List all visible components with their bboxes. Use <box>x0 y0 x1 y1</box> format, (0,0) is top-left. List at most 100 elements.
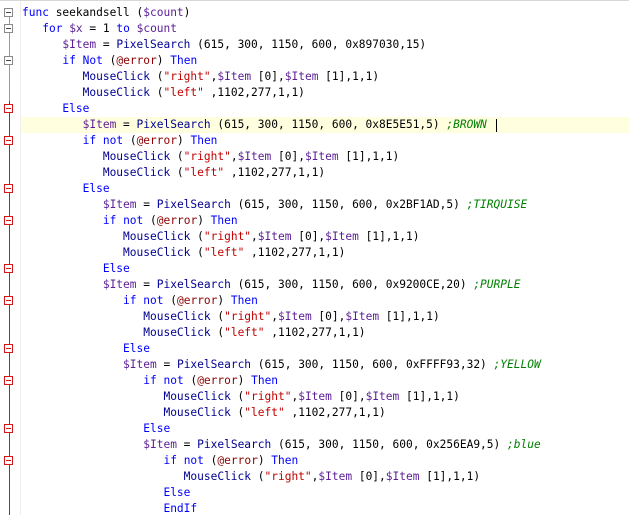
code-line[interactable]: if not (@error) Then <box>22 133 629 149</box>
code-token-str: "left" <box>163 86 204 99</box>
code-token-str: "right" <box>224 310 272 323</box>
code-token-var: $Item <box>278 310 312 323</box>
fold-toggle-icon[interactable] <box>4 296 13 305</box>
code-line[interactable]: MouseClick ("left" ,1102,277,1,1) <box>22 85 629 101</box>
code-line[interactable]: $Item = PixelSearch (615, 300, 1150, 600… <box>22 357 629 373</box>
code-token-cmt: ;blue <box>507 438 541 451</box>
code-token-str: "right" <box>183 150 231 163</box>
code-line[interactable]: MouseClick ("right",$Item [0],$Item [1],… <box>22 69 629 85</box>
code-line[interactable]: MouseClick ("left" ,1102,277,1,1) <box>22 405 629 421</box>
code-token-kw: if <box>62 54 76 67</box>
code-token-cmt: ;TIRQUISE <box>466 198 528 211</box>
code-line[interactable]: if not (@error) Then <box>22 453 629 469</box>
code-token-op: ,1102,277,1,1) <box>203 86 305 99</box>
code-line[interactable]: $Item = PixelSearch (615, 300, 1150, 600… <box>22 197 629 213</box>
code-line[interactable]: Else <box>22 485 629 501</box>
code-line[interactable]: MouseClick ("left" ,1102,277,1,1) <box>22 165 629 181</box>
code-token-fn: PixelSearch <box>176 358 252 371</box>
code-line[interactable]: EndIf <box>22 501 629 515</box>
code-token-kw: func <box>22 6 49 19</box>
code-line[interactable]: Else <box>22 341 629 357</box>
code-token-op: [0], <box>331 390 366 403</box>
code-area[interactable]: func seekandsell ($count) for $x = 1 to … <box>21 5 629 515</box>
fold-margin[interactable] <box>0 1 21 515</box>
code-token-var: $Item <box>365 390 400 403</box>
code-token-op: ,1102,277,1,1) <box>224 166 326 179</box>
code-token-op: = <box>136 278 157 291</box>
fold-toggle-icon[interactable] <box>4 136 13 145</box>
fold-toggle-icon[interactable] <box>4 264 13 273</box>
fold-toggle-icon[interactable] <box>4 376 13 385</box>
fold-toggle-icon[interactable] <box>4 24 13 33</box>
fold-toggle-icon[interactable] <box>4 344 13 353</box>
code-token-op: ( <box>163 294 177 307</box>
code-token-kw: if <box>102 214 117 227</box>
fold-toggle-icon[interactable] <box>4 184 13 193</box>
code-token-var: $Item <box>284 70 319 83</box>
code-token-var: $x <box>69 22 83 35</box>
code-token-str: "left" <box>224 326 265 339</box>
code-line[interactable]: MouseClick ("right",$Item [0],$Item [1],… <box>22 309 629 325</box>
code-token-op: ( <box>230 390 245 403</box>
code-line[interactable]: $Item = PixelSearch (615, 300, 1150, 600… <box>22 277 629 293</box>
code-token-str: "right" <box>264 470 312 483</box>
code-line[interactable]: Else <box>22 261 629 277</box>
code-token-str: "right" <box>244 390 292 403</box>
code-token-op: ( <box>183 374 198 387</box>
fold-toggle-icon[interactable] <box>4 8 13 17</box>
code-token-kw: if <box>143 374 157 387</box>
code-editor[interactable]: func seekandsell ($count) for $x = 1 to … <box>0 0 629 515</box>
code-token-kw: Else <box>102 262 130 275</box>
code-line[interactable]: Else <box>22 421 629 437</box>
code-line[interactable]: MouseClick ("right",$Item [0],$Item [1],… <box>22 469 629 485</box>
code-token-op: ( <box>102 54 117 67</box>
code-token-op: = <box>136 198 157 211</box>
code-token-macro: @error <box>176 294 218 307</box>
code-line[interactable]: MouseClick ("right",$Item [0],$Item [1],… <box>22 149 629 165</box>
code-line[interactable]: if not (@error) Then <box>22 373 629 389</box>
code-token-cmt: ;PURPLE <box>473 278 521 291</box>
code-line[interactable]: func seekandsell ($count) <box>22 5 629 21</box>
code-token-var: $Item <box>298 390 332 403</box>
code-line[interactable]: if not (@error) Then <box>22 293 629 309</box>
code-token-op: = <box>156 358 177 371</box>
code-token-op: [1],1,1) <box>318 70 380 83</box>
code-line[interactable]: $Item = PixelSearch (615, 300, 1150, 600… <box>21 117 629 133</box>
code-line[interactable]: MouseClick ("right",$Item [0],$Item [1],… <box>22 229 629 245</box>
fold-toggle-icon[interactable] <box>4 216 13 225</box>
code-line[interactable]: if not (@error) Then <box>22 213 629 229</box>
fold-toggle-icon[interactable] <box>4 456 13 465</box>
code-line[interactable]: MouseClick ("left" ,1102,277,1,1) <box>22 245 629 261</box>
code-token-var: $Item <box>102 198 137 211</box>
code-line[interactable]: if Not (@error) Then <box>22 53 629 69</box>
fold-toggle-icon[interactable] <box>4 56 13 65</box>
fold-toggle-icon[interactable] <box>4 424 13 433</box>
code-token-op: [0], <box>352 470 386 483</box>
code-token-kw: Else <box>82 182 110 195</box>
code-line[interactable]: $Item = PixelSearch (615, 300, 1150, 600… <box>22 437 629 453</box>
code-line[interactable]: MouseClick ("right",$Item [0],$Item [1],… <box>22 389 629 405</box>
code-line[interactable]: MouseClick ("left" ,1102,277,1,1) <box>22 325 629 341</box>
code-token-op <box>76 54 83 67</box>
code-line[interactable]: for $x = 1 to $count <box>22 21 629 37</box>
code-token-op: ( <box>170 150 184 163</box>
code-line[interactable]: Else <box>22 181 629 197</box>
code-line[interactable]: Else <box>22 101 629 117</box>
code-token-op: ( <box>143 214 157 227</box>
fold-toggle-icon[interactable] <box>4 104 13 113</box>
code-line[interactable]: $Item = PixelSearch (615, 300, 1150, 600… <box>22 37 629 53</box>
code-token-fn: MouseClick <box>143 326 211 339</box>
code-token-op: ( <box>149 86 164 99</box>
code-token-op: = <box>116 118 137 131</box>
